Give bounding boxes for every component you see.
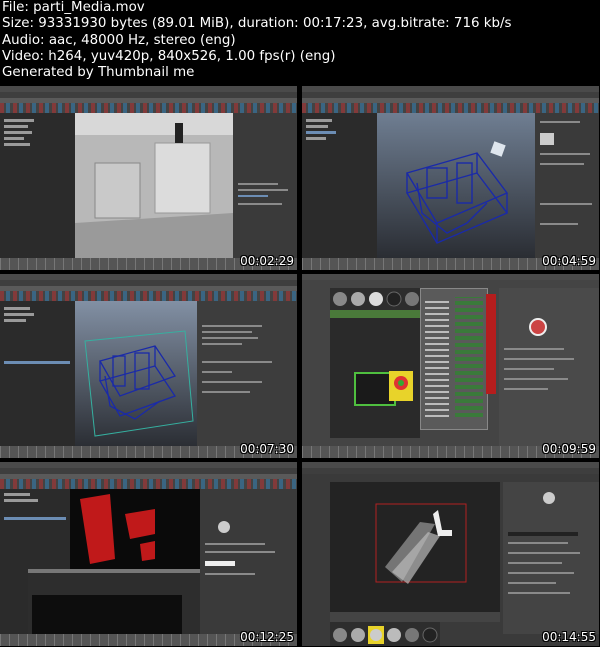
- audio-line: Audio: aac, 48000 Hz, stereo (eng): [2, 32, 236, 48]
- material-swatches: [330, 288, 422, 310]
- render-view: [70, 489, 200, 569]
- wireframe-viewport: [377, 113, 535, 258]
- shelf-icons: [0, 479, 297, 489]
- timestamp: 00:12:25: [240, 630, 294, 644]
- attribute-editor: [503, 482, 599, 634]
- thumbnail-5[interactable]: 00:12:25: [0, 462, 297, 646]
- file-info-header: File: parti_Media.mov Size: 93331930 byt…: [2, 0, 598, 81]
- size-line: Size: 93331930 bytes (89.01 MiB), durati…: [2, 16, 512, 32]
- attribute-editor: [535, 113, 599, 258]
- attribute-editor: [233, 113, 297, 258]
- attribute-editor: [499, 288, 599, 446]
- timestamp: 00:02:29: [240, 254, 294, 268]
- outliner-panel: [0, 113, 75, 258]
- texture-node: [389, 371, 413, 401]
- attribute-editor: [200, 489, 297, 634]
- timestamp: 00:04:59: [542, 254, 596, 268]
- shelf-icons: [0, 291, 297, 301]
- thumbnail-3[interactable]: 00:07:30: [0, 274, 297, 458]
- attribute-editor: [197, 301, 297, 446]
- red-strip: [486, 294, 496, 394]
- tab-bar: [330, 310, 420, 318]
- outliner-panel: [0, 301, 75, 446]
- material-swatches: [330, 622, 440, 646]
- shelf-icons: [302, 103, 599, 113]
- shelf-icons: [0, 103, 297, 113]
- outliner-panel: [302, 113, 377, 258]
- render-viewport: [75, 113, 233, 258]
- video-line: Video: h264, yuv420p, 840x526, 1.00 fps(…: [2, 48, 336, 64]
- thumbnail-1[interactable]: 00:02:29: [0, 86, 297, 270]
- timestamp: 00:14:55: [542, 630, 596, 644]
- timestamp: 00:07:30: [240, 442, 294, 456]
- file-name-line: File: parti_Media.mov: [2, 0, 145, 15]
- thumbnail-2[interactable]: 00:04:59: [302, 86, 599, 270]
- wireframe-viewport: [75, 301, 197, 446]
- viewport: [330, 482, 500, 612]
- thumbnail-4[interactable]: 00:09:59: [302, 274, 599, 458]
- create-panel: [420, 288, 488, 430]
- thumbnail-6[interactable]: 00:14:55: [302, 462, 599, 646]
- timestamp: 00:09:59: [542, 442, 596, 456]
- generated-by-line: Generated by Thumbnail me: [2, 65, 195, 81]
